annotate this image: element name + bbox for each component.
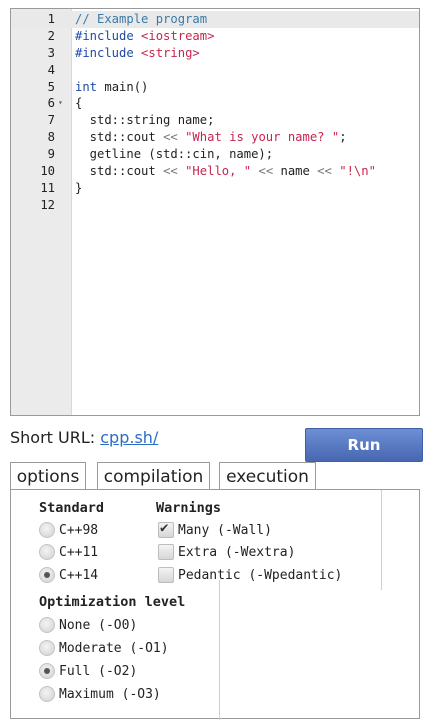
code-text: std::cout << "What is your name? ";	[75, 129, 347, 146]
code-line[interactable]: 2 #include <iostream>	[11, 28, 419, 45]
radio-button-icon[interactable]	[39, 567, 55, 583]
options-panel: Standard C++98 C++11 C++14 Warnings Many…	[10, 489, 420, 720]
line-number: 10	[40, 164, 55, 179]
warnings-heading: Warnings	[156, 500, 222, 516]
tab-compilation[interactable]: compilation	[97, 462, 210, 490]
radio-button-icon[interactable]	[39, 663, 55, 679]
checkbox-icon[interactable]	[158, 520, 174, 538]
code-lines[interactable]: 1// Example program 2 #include <iostream> 3…	[11, 11, 419, 214]
code-token: <string>	[141, 45, 200, 60]
code-line[interactable]: 8 std::cout << "What is your name? ";	[11, 129, 419, 146]
code-text: #include <string>	[75, 45, 200, 62]
code-token: <iostream>	[141, 28, 215, 43]
code-token: "Hello, "	[185, 164, 252, 179]
line-number: 1	[47, 12, 55, 26]
code-text: getline (std::cin, name);	[75, 146, 273, 163]
code-line[interactable]: 1 // Example program	[11, 11, 419, 28]
option-label: Pedantic (-Wpedantic)	[178, 568, 343, 583]
code-text: // Example program	[75, 11, 207, 28]
code-text: #include <iostream>	[75, 28, 214, 45]
code-line[interactable]: 9 getline (std::cin, name);	[11, 146, 419, 163]
code-token: getline (std::cin, name);	[75, 147, 274, 162]
radio-button-icon[interactable]	[39, 544, 55, 560]
code-token: "What is your name? "	[185, 130, 340, 145]
code-line[interactable]: 4	[11, 62, 419, 79]
line-number: 3	[47, 45, 55, 60]
divider	[219, 580, 220, 720]
radio-button-icon[interactable]	[39, 522, 55, 538]
line-number: 7	[47, 113, 55, 128]
code-token: #include	[75, 28, 142, 43]
line-number: 6	[47, 96, 55, 111]
line-number: 5	[47, 79, 55, 94]
code-line[interactable]: 3 #include <string>	[11, 45, 419, 62]
code-token: std::cout	[75, 130, 164, 145]
short-url: Short URL: cpp.sh/	[10, 428, 158, 447]
code-token: name	[273, 164, 318, 179]
code-text: {	[75, 95, 82, 112]
option-label: Full (-O2)	[59, 664, 138, 679]
code-token: }	[75, 180, 83, 195]
code-token: std::string name;	[75, 113, 215, 128]
code-line[interactable]: 6 ▾ {	[11, 95, 419, 112]
code-token: <<	[258, 164, 274, 179]
short-url-label: Short URL:	[10, 428, 101, 447]
tab-execution[interactable]: execution	[219, 462, 316, 490]
radio-button-icon[interactable]	[39, 640, 55, 656]
code-line[interactable]: 11}	[11, 180, 419, 197]
standard-heading: Standard	[39, 500, 105, 516]
fold-arrow-icon[interactable]: ▾	[58, 95, 63, 112]
code-line[interactable]: 10 std::cout << "Hello, " << name << "!\…	[11, 163, 419, 180]
run-button[interactable]: Run	[305, 428, 423, 462]
code-token: #include	[75, 45, 142, 60]
code-token: "!\n"	[339, 164, 376, 179]
code-line[interactable]: 5 int main()	[11, 79, 419, 96]
line-number: 2	[47, 28, 55, 43]
option-label: C++14	[59, 568, 99, 583]
tab-options[interactable]: options	[10, 462, 86, 490]
code-token: <<	[317, 164, 332, 179]
code-text: }	[75, 180, 82, 197]
code-token: std::cout	[75, 164, 164, 179]
short-url-link[interactable]: cpp.sh/	[100, 428, 158, 447]
code-token: {	[75, 96, 83, 111]
code-editor[interactable]: 1// Example program 2 #include <iostream> 3…	[10, 8, 420, 416]
option-label: Extra (-Wextra)	[178, 545, 296, 560]
divider	[381, 490, 382, 590]
code-token: main()	[97, 79, 149, 94]
code-text: std::cout << "Hello, " << name << "!\n"	[75, 163, 376, 180]
code-line[interactable]: 7 std::string name;	[11, 112, 419, 129]
option-label: None (-O0)	[59, 618, 138, 633]
optimization-heading: Optimization level	[39, 594, 186, 610]
option-label: Maximum (-O3)	[59, 687, 161, 702]
option-label: C++11	[59, 545, 99, 560]
radio-button-icon[interactable]	[39, 686, 55, 702]
code-token: // Example program	[75, 12, 208, 26]
option-label: Moderate (-O1)	[59, 641, 169, 656]
option-label: C++98	[59, 523, 99, 538]
code-token: <<	[163, 164, 178, 179]
line-number: 9	[47, 147, 55, 162]
checkbox-icon[interactable]	[158, 544, 174, 560]
radio-button-icon[interactable]	[39, 617, 55, 633]
line-number: 4	[47, 62, 55, 77]
option-label: Many (-Wall)	[178, 523, 272, 538]
checkbox-icon[interactable]	[158, 567, 174, 583]
code-line[interactable]: 12	[11, 197, 419, 214]
line-number: 11	[40, 180, 55, 195]
code-token: int	[75, 79, 98, 94]
line-number: 12	[40, 197, 55, 212]
code-text: int main()	[75, 79, 148, 96]
code-text: std::string name;	[75, 112, 215, 129]
line-number: 8	[47, 130, 55, 145]
code-token: ;	[339, 130, 347, 145]
code-token: <<	[163, 130, 178, 145]
